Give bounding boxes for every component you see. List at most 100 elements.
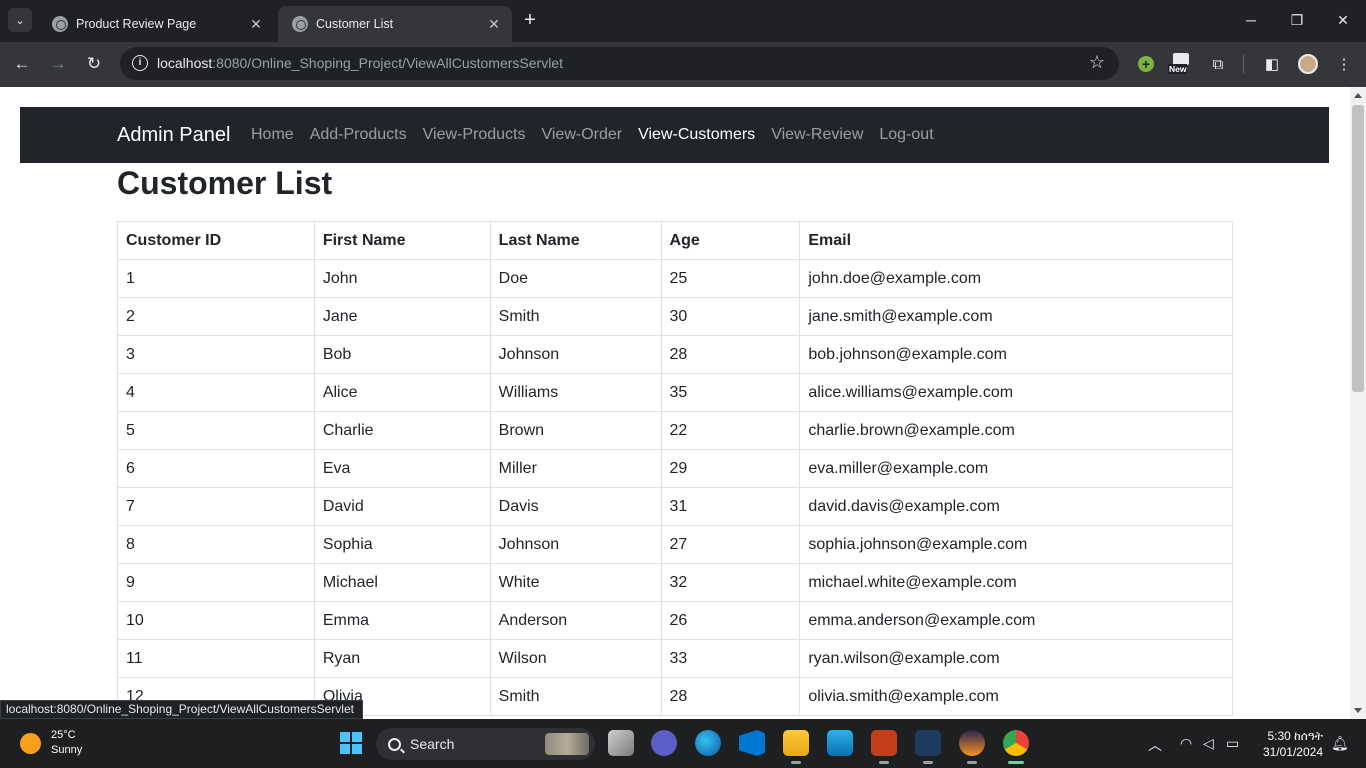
nav-link-add-products[interactable]: Add-Products <box>310 126 407 144</box>
globe-icon <box>292 16 308 32</box>
battery-icon[interactable]: ▭ <box>1226 735 1239 752</box>
mysql-workbench-icon[interactable] <box>915 730 941 756</box>
profile-avatar[interactable] <box>1297 53 1319 75</box>
page-title: Customer List <box>117 165 333 201</box>
new-tab-button[interactable]: + <box>520 10 540 30</box>
menu-kebab-icon[interactable]: ⋮ <box>1333 53 1355 75</box>
search-highlight-image <box>545 733 589 755</box>
minimize-button[interactable]: ─ <box>1228 8 1274 32</box>
cell-first-name: John <box>313 259 491 298</box>
tab-product-review[interactable]: Product Review Page ✕ <box>38 6 274 42</box>
tab-search-button[interactable]: ⌄ <box>8 8 32 32</box>
windows-taskbar: 25°C Sunny Search ︿ ◠ ◁ ▭ 5:30 ከሰዓት 31/0… <box>0 719 1366 768</box>
nav-link-view-products[interactable]: View-Products <box>423 126 526 144</box>
cell-age: 33 <box>660 639 801 678</box>
side-panel-icon[interactable]: ◧ <box>1261 53 1283 75</box>
file-explorer-icon[interactable] <box>783 730 809 756</box>
cell-last-name: Anderson <box>489 601 662 640</box>
restore-button[interactable]: ❐ <box>1274 8 1320 32</box>
cell-age: 28 <box>660 335 801 374</box>
nav-link-view-review[interactable]: View-Review <box>771 126 863 144</box>
weather-widget[interactable]: 25°C Sunny <box>20 728 82 758</box>
avatar <box>1298 54 1318 74</box>
chevron-down-icon: ⌄ <box>15 14 25 27</box>
address-bar[interactable]: i localhost:8080/Online_Shoping_Project/… <box>120 47 1119 80</box>
nav-link-view-customers[interactable]: View-Customers <box>638 126 755 144</box>
cell-email: charlie.brown@example.com <box>799 411 1233 450</box>
cell-first-name: Eva <box>313 449 491 488</box>
table-row: 11 Ryan Wilson 33 ryan.wilson@example.com <box>117 639 1233 678</box>
table-header-row: Customer ID First Name Last Name Age Ema… <box>117 221 1233 260</box>
table-row: 10 Emma Anderson 26 emma.anderson@example.co… <box>117 601 1233 640</box>
cell-email: sophia.johnson@example.com <box>799 525 1233 564</box>
cell-last-name: Brown <box>489 411 662 450</box>
cell-age: 29 <box>660 449 801 488</box>
extension-green-button[interactable]: + <box>1135 53 1157 75</box>
wifi-icon[interactable]: ◠ <box>1180 735 1192 752</box>
column-header-first-name: First Name <box>313 221 491 260</box>
close-icon[interactable]: ✕ <box>248 16 264 33</box>
page-viewport: Admin Panel Home Add-Products View-Produ… <box>0 87 1350 719</box>
forward-button[interactable]: → <box>46 52 70 76</box>
navbar-brand[interactable]: Admin Panel <box>117 124 230 147</box>
cell-email: jane.smith@example.com <box>799 297 1233 336</box>
app-running-indicator <box>791 761 801 764</box>
cell-email: emma.anderson@example.com <box>799 601 1233 640</box>
table-row: 3 Bob Johnson 28 bob.johnson@example.com <box>117 335 1233 374</box>
cell-email: bob.johnson@example.com <box>799 335 1233 374</box>
cell-first-name: Sophia <box>313 525 491 564</box>
search-icon <box>388 737 401 751</box>
edge-icon[interactable] <box>695 730 721 756</box>
reload-button[interactable]: ↻ <box>82 52 106 76</box>
column-header-last-name: Last Name <box>489 221 662 260</box>
puzzle-extensions-icon[interactable]: ⧉ <box>1207 53 1229 75</box>
start-button[interactable] <box>340 732 362 754</box>
nav-link-log-out[interactable]: Log-out <box>879 126 933 144</box>
nav-link-view-order[interactable]: View-Order <box>541 126 622 144</box>
app-active-indicator <box>1008 761 1024 764</box>
bookmark-star-icon[interactable]: ☆ <box>1089 52 1105 73</box>
site-info-icon[interactable]: i <box>132 55 148 71</box>
monitor-app-icon[interactable] <box>827 730 853 756</box>
task-view-icon[interactable] <box>608 730 634 756</box>
tab-title: Product Review Page <box>76 17 197 31</box>
cell-last-name: Johnson <box>489 525 662 564</box>
close-window-button[interactable]: ✕ <box>1320 8 1366 32</box>
scroll-down-arrow-icon[interactable] <box>1354 708 1362 713</box>
cell-email: ryan.wilson@example.com <box>799 639 1233 678</box>
taskbar-search[interactable]: Search <box>376 728 595 760</box>
chat-icon[interactable] <box>651 730 677 756</box>
notification-bell-icon[interactable]: 🔔︎ <box>1331 735 1349 752</box>
cell-age: 35 <box>660 373 801 412</box>
tab-customer-list[interactable]: Customer List ✕ <box>278 6 512 42</box>
admin-navbar: Admin Panel Home Add-Products View-Produ… <box>20 107 1329 163</box>
column-header-email: Email <box>799 221 1233 260</box>
powerpoint-icon[interactable] <box>871 730 897 756</box>
column-header-age: Age <box>660 221 801 260</box>
weather-temperature: 25°C <box>51 729 76 741</box>
back-button[interactable]: ← <box>10 52 34 76</box>
chevron-up-icon[interactable]: ︿ <box>1148 735 1162 755</box>
cell-age: 26 <box>660 601 801 640</box>
vscode-icon[interactable] <box>739 730 765 756</box>
scrollbar-thumb[interactable] <box>1352 105 1364 392</box>
browser-toolbar: ← → ↻ i localhost:8080/Online_Shoping_Pr… <box>0 42 1366 87</box>
table-row: 5 Charlie Brown 22 charlie.brown@example.com <box>117 411 1233 450</box>
column-header-customer-id: Customer ID <box>117 221 315 260</box>
url-text[interactable]: localhost:8080/Online_Shoping_Project/Vi… <box>157 55 563 71</box>
extension-new-button[interactable]: New <box>1168 53 1192 75</box>
clock-time: 5:30 ከሰዓት <box>1267 729 1323 743</box>
page-scrollbar[interactable] <box>1350 87 1366 719</box>
nav-link-home[interactable]: Home <box>251 126 294 144</box>
close-icon[interactable]: ✕ <box>486 16 502 33</box>
chrome-icon[interactable] <box>1003 730 1029 756</box>
cell-customer-id: 1 <box>117 259 315 298</box>
system-clock[interactable]: 5:30 ከሰዓት 31/01/2024 <box>1256 728 1323 760</box>
eclipse-icon[interactable] <box>959 730 985 756</box>
volume-icon[interactable]: ◁ <box>1203 735 1214 752</box>
app-running-indicator <box>967 761 977 764</box>
cell-age: 32 <box>660 563 801 602</box>
scroll-up-arrow-icon[interactable] <box>1354 93 1362 98</box>
cell-customer-id: 6 <box>117 449 315 488</box>
cell-first-name: Bob <box>313 335 491 374</box>
